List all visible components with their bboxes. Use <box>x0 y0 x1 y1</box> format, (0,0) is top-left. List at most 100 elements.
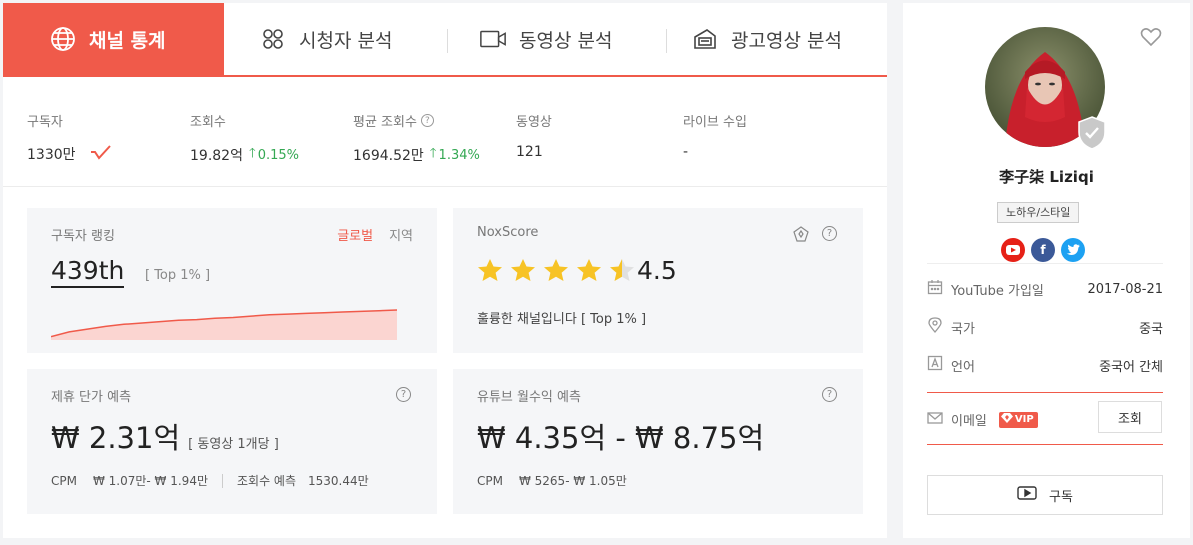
tab-video-analysis[interactable]: 동영상 분석 <box>479 3 669 75</box>
ad-icon <box>691 25 719 53</box>
tab-ad-video-analysis[interactable]: 광고영상 분석 <box>691 3 887 75</box>
view-email-button[interactable]: 조회 <box>1098 401 1162 433</box>
star-icon <box>477 258 503 286</box>
star-icon <box>510 258 536 286</box>
country-value: 중국 <box>1139 321 1163 337</box>
sponsorship-price: ₩ 2.31억 <box>51 421 181 455</box>
youtube-icon[interactable] <box>1001 238 1025 262</box>
stat-subscribers: 구독자 1330만 <box>27 111 112 164</box>
tab-audience-analysis[interactable]: 시청자 분석 <box>259 3 449 75</box>
mail-icon <box>927 411 943 429</box>
divider <box>927 444 1163 445</box>
tab-label: 채널 통계 <box>89 29 166 52</box>
stat-label: 라이브 수입 <box>683 115 747 130</box>
star-icon <box>576 258 602 286</box>
monthly-revenue-card: 유튜브 월수익 예측 ? ₩ 4.35억 - ₩ 8.75억 CPM ₩ 526… <box>453 369 863 514</box>
help-icon[interactable]: ? <box>822 226 837 241</box>
card-title: 제휴 단가 예측 <box>51 390 132 405</box>
audience-icon <box>259 25 287 53</box>
subscribe-label: 구독 <box>1049 489 1073 505</box>
stat-value: 1330만 <box>27 147 76 163</box>
divider <box>927 392 1163 393</box>
card-title: 유튜브 월수익 예측 <box>477 390 581 405</box>
email-row: 이메일 VIP <box>927 410 1097 429</box>
twitter-icon[interactable] <box>1061 238 1085 262</box>
card-title: NoxScore <box>477 225 539 240</box>
sponsorship-per-video: [ 동영상 1개당 ] <box>188 437 279 452</box>
language-row: 언어 중국어 간체 <box>927 355 1163 375</box>
language-label: 언어 <box>951 359 975 375</box>
verified-shield-icon <box>1077 116 1107 154</box>
trend-check-icon <box>90 144 112 164</box>
noxscore-description: 훌륭한 채널입니다 [ Top 1% ] <box>477 312 647 327</box>
arrow-up-icon: 🡑 <box>429 146 437 161</box>
cpm-label: CPM <box>477 473 503 488</box>
tab-divider <box>447 29 448 53</box>
stat-label: 평균 조회수 <box>353 115 417 130</box>
divider <box>222 473 223 488</box>
language-value: 중국어 간체 <box>1099 359 1163 375</box>
joined-value: 2017-08-21 <box>1087 281 1163 297</box>
ranking-top-percent: [ Top 1% ] <box>145 268 211 283</box>
stat-value: 19.82억 <box>190 148 243 164</box>
noxscore-value: 4.5 <box>637 256 677 285</box>
stat-change: 1.34% <box>438 147 480 163</box>
star-rating <box>477 258 635 286</box>
ranking-global-tab[interactable]: 글로벌 <box>337 225 373 244</box>
cpm-value: ₩ 1.07만- ₩ 1.94만 <box>92 474 208 488</box>
stat-label: 조회수 <box>190 115 226 130</box>
tab-divider <box>666 29 667 53</box>
stat-label: 동영상 <box>516 115 552 130</box>
language-icon <box>927 355 943 375</box>
country-row: 국가 중국 <box>927 317 1163 337</box>
category-badge[interactable]: 노하우/스타일 <box>997 202 1080 223</box>
badge-icon <box>793 226 809 246</box>
stat-avg-views: 평균 조회수 ? 1694.52만 🡑 1.34% <box>353 111 480 166</box>
tab-label: 광고영상 분석 <box>731 29 842 52</box>
cpm-value: ₩ 5265- ₩ 1.05만 <box>518 474 627 488</box>
analysis-tabs: 채널 통계 시청자 분석 동영상 분석 광고영상 분석 <box>3 3 887 77</box>
facebook-icon[interactable]: f <box>1031 238 1055 262</box>
star-icon <box>609 258 635 286</box>
diamond-icon <box>1000 413 1013 426</box>
tab-label: 동영상 분석 <box>519 29 613 52</box>
tab-label: 시청자 분석 <box>299 29 393 52</box>
help-icon[interactable]: ? <box>396 387 411 402</box>
stat-value: 121 <box>516 144 543 160</box>
favorite-heart-icon[interactable] <box>1140 27 1162 51</box>
stat-label: 구독자 <box>27 115 63 130</box>
noxscore-card: NoxScore ? 4.5 훌륭한 채널입니다 [ Top 1% ] <box>453 208 863 353</box>
country-label: 국가 <box>951 321 975 337</box>
ranking-trend-sparkline <box>51 309 397 340</box>
stat-videos: 동영상 121 <box>516 111 552 160</box>
sponsorship-price-card: 제휴 단가 예측 ? ₩ 2.31억 [ 동영상 1개당 ] CPM ₩ 1.0… <box>27 369 437 514</box>
location-pin-icon <box>927 317 943 337</box>
stat-live-income: 라이브 수입 - <box>683 111 747 160</box>
help-icon[interactable]: ? <box>822 387 837 402</box>
stat-value: - <box>683 144 689 160</box>
help-icon[interactable]: ? <box>420 114 434 127</box>
globe-icon <box>49 25 77 53</box>
channel-profile-panel: 李子柒 Liziqi 노하우/스타일 f YouTube 가입일 2017-08… <box>903 3 1190 538</box>
video-icon <box>479 25 507 53</box>
channel-page: 채널 통계 시청자 분석 동영상 분석 광고영상 분석 구독자 1330만 조회… <box>0 0 1193 545</box>
ranking-value[interactable]: 439th <box>51 256 125 288</box>
tab-channel-stats[interactable]: 채널 통계 <box>3 3 224 75</box>
channel-stats-panel: 채널 통계 시청자 분석 동영상 분석 광고영상 분석 구독자 1330만 조회… <box>3 3 887 538</box>
divider <box>927 263 1163 264</box>
card-title: 구독자 랭킹 <box>51 229 115 244</box>
views-estimate-value: 1530.44만 <box>308 474 369 488</box>
ranking-region-tab[interactable]: 지역 <box>389 225 413 244</box>
vip-badge: VIP <box>998 411 1038 428</box>
stat-change: 0.15% <box>257 147 300 163</box>
overview-stats: 구독자 1330만 조회수 19.82억 🡑 0.15% 평균 조회수 ? 16… <box>3 77 887 187</box>
star-icon <box>543 258 569 286</box>
calendar-icon <box>927 279 943 299</box>
email-label: 이메일 <box>951 414 987 429</box>
stat-value: 1694.52만 <box>353 148 424 164</box>
stat-views: 조회수 19.82억 🡑 0.15% <box>190 111 299 166</box>
joined-label: YouTube 가입일 <box>951 283 1044 299</box>
subscribe-button[interactable]: 구독 <box>927 475 1163 515</box>
channel-name: 李子柒 Liziqi <box>999 168 1094 186</box>
joined-date-row: YouTube 가입일 2017-08-21 <box>927 279 1163 299</box>
